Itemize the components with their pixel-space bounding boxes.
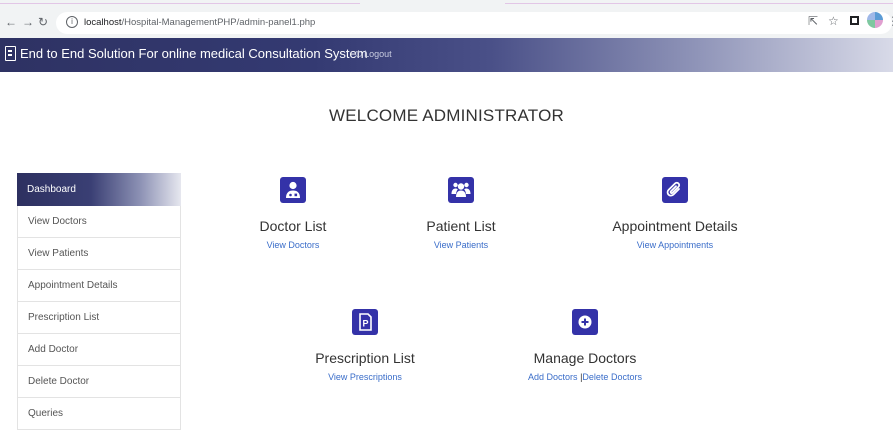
sidebar-item-view-doctors[interactable]: View Doctors — [17, 206, 181, 238]
appointment-details-title: Appointment Details — [612, 218, 738, 234]
view-patients-link[interactable]: View Patients — [434, 240, 488, 250]
reload-icon[interactable]: ↻ — [38, 16, 48, 28]
prescription-list-title: Prescription List — [315, 350, 415, 366]
hospital-icon — [5, 46, 16, 61]
sidebar-item-prescription-list[interactable]: Prescription List — [17, 302, 181, 334]
manage-doctors-title: Manage Doctors — [533, 350, 637, 366]
sidebar-item-dashboard[interactable]: Dashboard — [17, 173, 181, 206]
doctor-list-title: Doctor List — [259, 218, 327, 234]
forward-icon[interactable]: → — [22, 16, 34, 28]
share-icon[interactable]: ⇱ — [808, 15, 818, 27]
svg-text:P: P — [362, 319, 368, 329]
patient-list-title: Patient List — [426, 218, 496, 234]
profile-avatar[interactable] — [867, 12, 883, 28]
sidebar-item-delete-doctor[interactable]: Delete Doctor — [17, 366, 181, 398]
view-doctors-link[interactable]: View Doctors — [267, 240, 320, 250]
url-text[interactable]: localhost/Hospital-ManagementPHP/admin-p… — [84, 17, 315, 28]
sidebar-item-appointment-details[interactable]: Appointment Details — [17, 270, 181, 302]
top-navbar: End to End Solution For online medical C… — [0, 38, 893, 72]
site-info-icon[interactable]: i — [66, 16, 78, 28]
prescription-list-card: P Prescription List View Prescriptions — [290, 309, 440, 382]
delete-doctors-link[interactable]: Delete Doctors — [582, 372, 642, 382]
menu-kebab-icon[interactable]: ⋮ — [887, 15, 893, 27]
manage-doctors-card: Manage Doctors Add Doctors |Delete Docto… — [510, 309, 660, 382]
tab-strip — [0, 0, 360, 4]
logout-link[interactable]: ⏻ Logout — [355, 49, 392, 60]
add-doctors-link[interactable]: Add Doctors — [528, 372, 578, 382]
sidebar-nav: Dashboard View Doctors View Patients App… — [17, 173, 181, 430]
brand-title[interactable]: End to End Solution For online medical C… — [20, 46, 368, 61]
power-icon: ⏻ — [355, 49, 363, 59]
sidebar-item-queries[interactable]: Queries — [17, 398, 181, 430]
sidebar-item-add-doctor[interactable]: Add Doctor — [17, 334, 181, 366]
patient-list-card: Patient List View Patients — [396, 177, 526, 250]
tab-strip — [505, 0, 893, 4]
users-icon — [448, 177, 474, 203]
view-appointments-link[interactable]: View Appointments — [637, 240, 713, 250]
view-prescriptions-link[interactable]: View Prescriptions — [328, 372, 402, 382]
doctor-list-card: Doctor List View Doctors — [228, 177, 358, 250]
sidebar-item-view-patients[interactable]: View Patients — [17, 238, 181, 270]
plus-circle-icon — [572, 309, 598, 335]
paperclip-icon — [662, 177, 688, 203]
user-doctor-icon — [280, 177, 306, 203]
sidepanel-icon[interactable] — [850, 16, 859, 25]
address-bar[interactable]: i localhost/Hospital-ManagementPHP/admin… — [56, 12, 892, 34]
file-prescription-icon: P — [352, 309, 378, 335]
welcome-heading: WELCOME ADMINISTRATOR — [329, 106, 564, 125]
back-icon[interactable]: ← — [5, 16, 17, 28]
browser-chrome: ← → ↻ i localhost/Hospital-ManagementPHP… — [0, 0, 893, 38]
appointment-details-card: Appointment Details View Appointments — [590, 177, 760, 250]
bookmark-star-icon[interactable]: ☆ — [828, 15, 839, 27]
